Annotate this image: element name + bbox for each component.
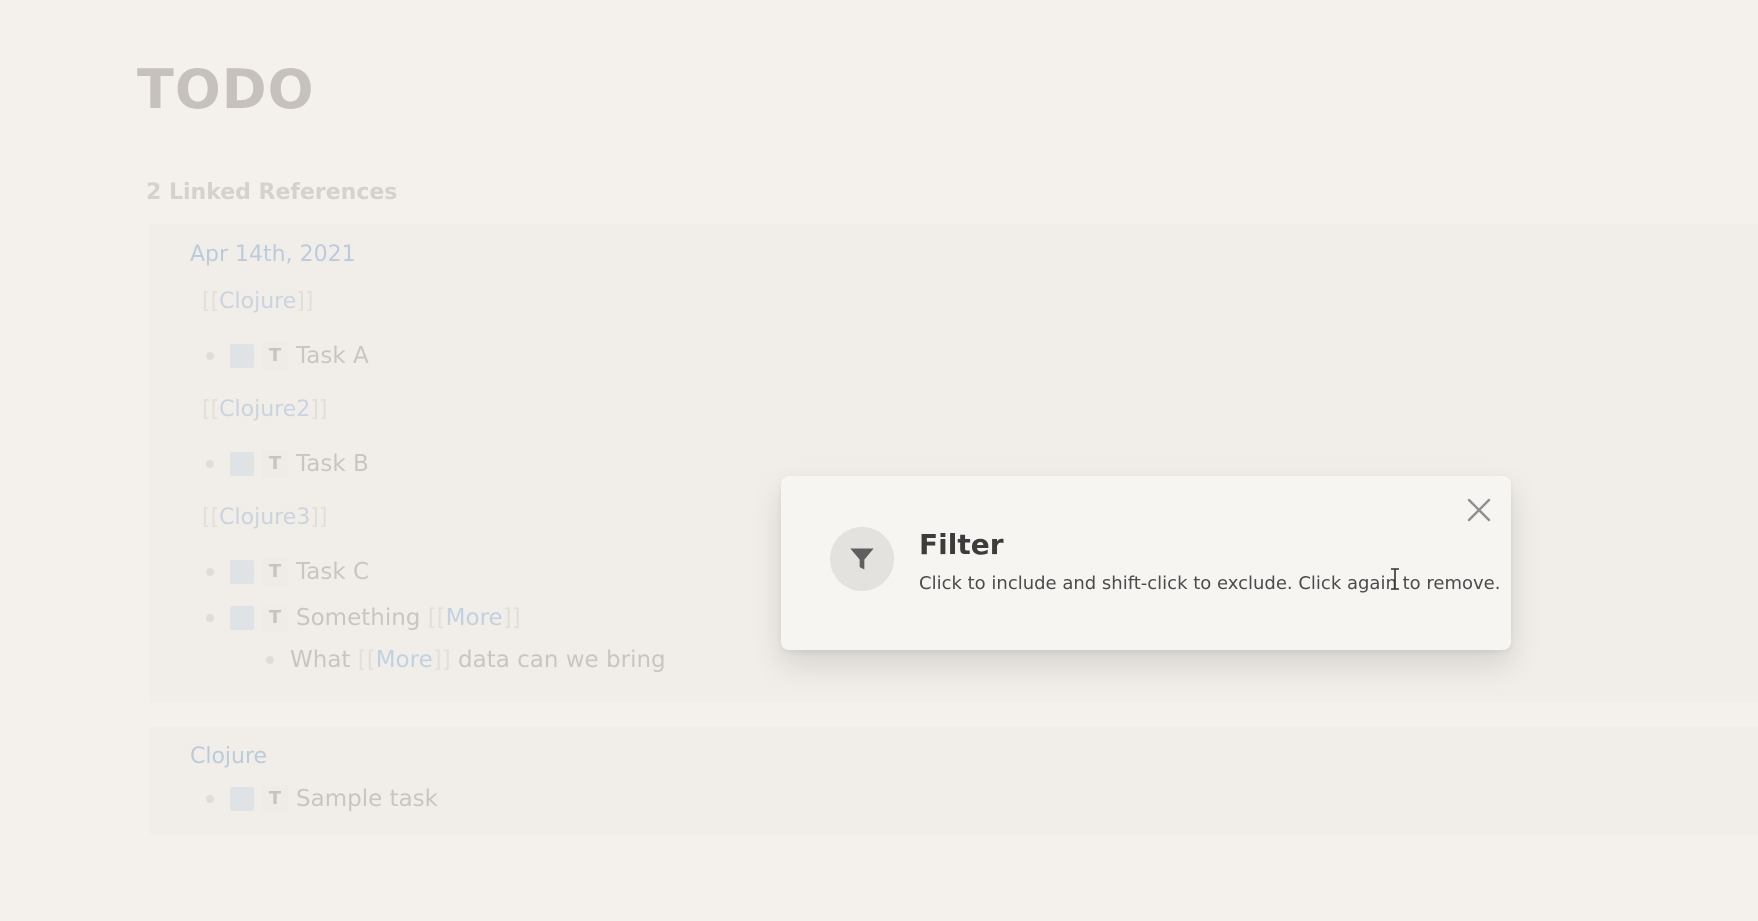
page: TODO 2 Linked References Apr 14th, 2021 … xyxy=(0,0,1758,921)
close-icon xyxy=(1467,498,1491,522)
bullet[interactable] xyxy=(206,460,214,468)
bracket-close: ]] xyxy=(296,289,314,314)
list-item: T Sample task xyxy=(206,783,438,815)
bracket-close: ]] xyxy=(310,505,328,530)
task-marker[interactable]: T xyxy=(262,450,288,478)
filter-icon xyxy=(850,548,874,570)
bracket-open: [[ xyxy=(202,289,220,314)
bracket-open: [[ xyxy=(427,605,446,631)
bracket-open: [[ xyxy=(357,647,376,673)
bracket-close: ]] xyxy=(502,605,521,631)
modal-description: Click to include and shift-click to excl… xyxy=(919,573,1501,594)
group-link-label: Clojure2 xyxy=(219,397,311,422)
list-item: T Task A xyxy=(206,340,369,372)
reference-card xyxy=(150,727,1758,835)
bullet[interactable] xyxy=(266,656,274,664)
block-text[interactable]: What xyxy=(290,647,350,673)
task-checkbox[interactable] xyxy=(230,344,254,368)
task-checkbox[interactable] xyxy=(230,787,254,811)
group-link-clojure2[interactable]: [[Clojure2]] xyxy=(202,397,327,422)
task-marker[interactable]: T xyxy=(262,342,288,370)
list-item: T Something [[More]] xyxy=(206,602,521,634)
group-link-clojure3[interactable]: [[Clojure3]] xyxy=(202,505,327,530)
block-text[interactable]: data can we bring xyxy=(458,647,666,673)
page-title: TODO xyxy=(137,58,315,121)
group-link-label: Clojure xyxy=(219,289,297,314)
filter-icon-badge xyxy=(830,527,894,591)
page-link-clojure[interactable]: Clojure xyxy=(190,744,267,769)
list-item: T Task C xyxy=(206,556,369,588)
bullet[interactable] xyxy=(206,614,214,622)
page-ref-more[interactable]: More xyxy=(376,647,433,673)
bullet[interactable] xyxy=(206,795,214,803)
close-button[interactable] xyxy=(1464,495,1494,525)
block-text[interactable]: Task B xyxy=(296,451,369,477)
task-marker[interactable]: T xyxy=(262,558,288,586)
text-cursor-icon xyxy=(1391,568,1399,590)
group-link-clojure[interactable]: [[Clojure]] xyxy=(202,289,313,314)
block-text[interactable]: Something xyxy=(296,605,420,631)
filter-modal: Filter Click to include and shift-click … xyxy=(781,476,1511,650)
task-marker[interactable]: T xyxy=(262,785,288,813)
linked-references-heading[interactable]: 2 Linked References xyxy=(146,180,397,205)
block-text[interactable]: Sample task xyxy=(296,786,438,812)
task-marker[interactable]: T xyxy=(262,604,288,632)
task-checkbox[interactable] xyxy=(230,560,254,584)
bracket-close: ]] xyxy=(310,397,328,422)
bracket-open: [[ xyxy=(202,505,220,530)
bracket-close: ]] xyxy=(432,647,451,673)
block-text[interactable]: Task C xyxy=(296,559,369,585)
task-checkbox[interactable] xyxy=(230,452,254,476)
group-link-label: Clojure3 xyxy=(219,505,311,530)
modal-title: Filter xyxy=(919,528,1004,561)
list-item: T Task B xyxy=(206,448,369,480)
page-ref-more[interactable]: More xyxy=(446,605,503,631)
bullet[interactable] xyxy=(206,352,214,360)
bracket-open: [[ xyxy=(202,397,220,422)
bullet[interactable] xyxy=(206,568,214,576)
date-page-link[interactable]: Apr 14th, 2021 xyxy=(190,242,356,267)
block-text[interactable]: Task A xyxy=(296,343,369,369)
task-checkbox[interactable] xyxy=(230,606,254,630)
child-list-item: What [[More]] data can we bring xyxy=(266,644,666,676)
